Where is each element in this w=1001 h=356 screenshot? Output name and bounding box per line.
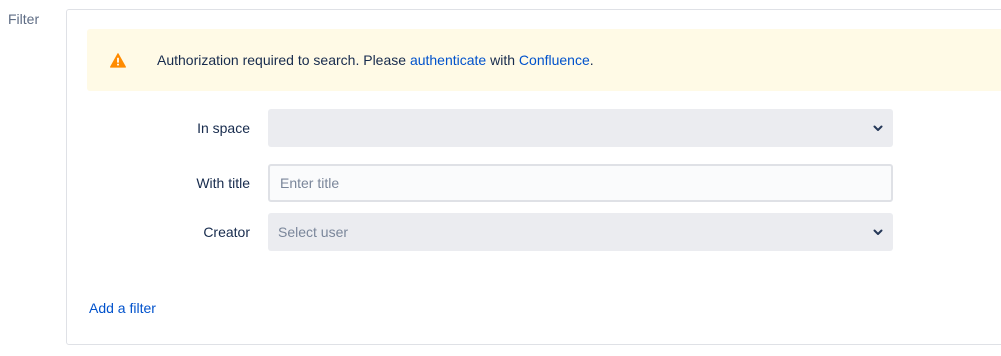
creator-field-label: Creator (203, 224, 250, 240)
filter-section-label: Filter (8, 11, 40, 27)
title-field-row: With title (67, 164, 1001, 202)
warning-message: Authorization required to search. Please… (157, 52, 594, 68)
filter-panel: Authorization required to search. Please… (66, 9, 1001, 345)
title-field-label: With title (196, 175, 250, 191)
confluence-link[interactable]: Confluence (519, 52, 590, 68)
space-field-label: In space (197, 120, 250, 136)
warning-text-before: Authorization required to search. Please (157, 52, 410, 68)
creator-select[interactable]: Select user (268, 213, 893, 251)
chevron-down-icon (871, 225, 885, 239)
creator-select-placeholder: Select user (278, 224, 349, 240)
warning-text-after: . (589, 52, 594, 68)
space-select[interactable] (268, 109, 893, 147)
space-field-row: In space (67, 109, 1001, 147)
add-filter-link[interactable]: Add a filter (89, 300, 156, 316)
chevron-down-icon (871, 121, 885, 135)
warning-text-middle: with (486, 52, 519, 68)
creator-field-row: Creator Select user (67, 213, 1001, 251)
title-input[interactable] (268, 164, 893, 202)
authenticate-link[interactable]: authenticate (410, 52, 486, 68)
filter-page: Filter Authorization required to search.… (0, 0, 1001, 356)
authorization-warning-banner: Authorization required to search. Please… (87, 29, 1001, 91)
warning-icon (109, 51, 127, 69)
